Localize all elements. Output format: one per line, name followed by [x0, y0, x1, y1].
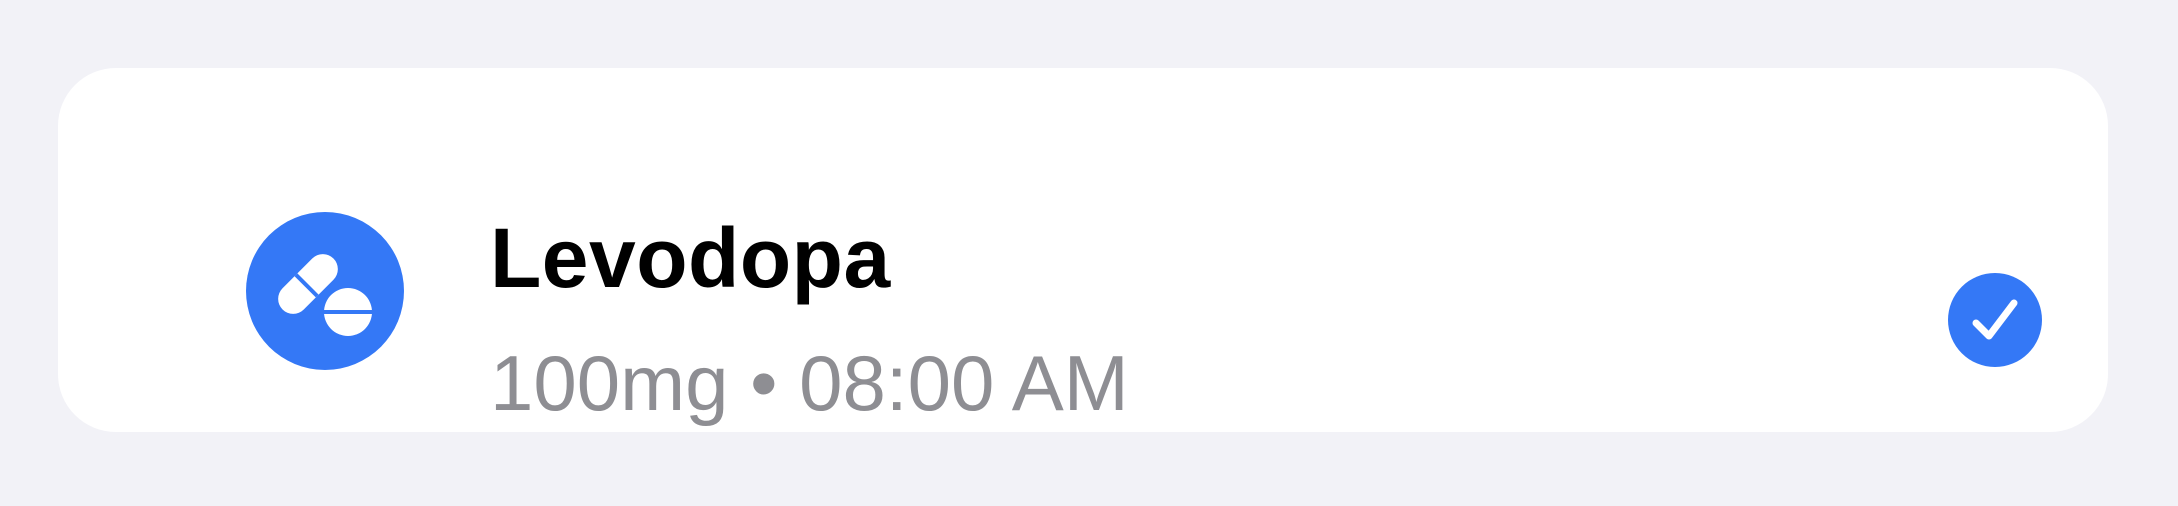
medication-name: Levodopa	[490, 211, 891, 305]
medication-info: Levodopa 100mg • 08:00 AM	[490, 208, 1790, 428]
checkmark-circle-icon[interactable]	[1948, 273, 2042, 367]
pills-icon	[246, 212, 404, 370]
medication-dose-time: 100mg • 08:00 AM	[490, 339, 1129, 427]
medication-card[interactable]: Levodopa 100mg • 08:00 AM	[58, 68, 2108, 432]
